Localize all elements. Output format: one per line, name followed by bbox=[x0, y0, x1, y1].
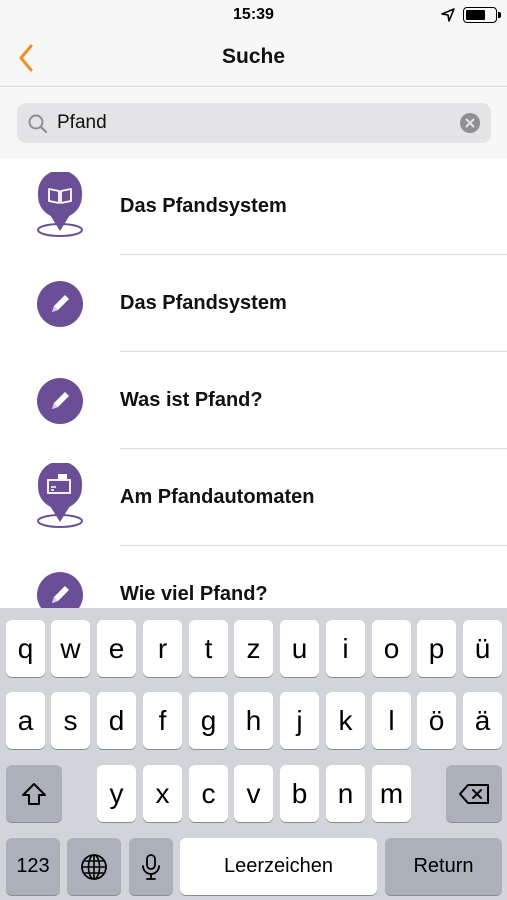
key-w[interactable]: w bbox=[51, 620, 90, 677]
pencil-icon bbox=[34, 546, 86, 608]
delete-key[interactable] bbox=[446, 765, 502, 822]
status-time: 15:39 bbox=[233, 6, 274, 23]
page-title: Suche bbox=[221, 45, 286, 68]
key-s[interactable]: s bbox=[51, 692, 90, 749]
space-key[interactable]: Leerzeichen bbox=[180, 838, 377, 895]
key-a[interactable]: a bbox=[6, 692, 45, 749]
list-item-label: Wie viel Pfand? bbox=[120, 583, 268, 605]
pencil-icon bbox=[34, 255, 86, 352]
key-n[interactable]: n bbox=[326, 765, 365, 822]
battery-icon bbox=[463, 7, 501, 23]
list-item[interactable]: Was ist Pfand? bbox=[0, 352, 507, 449]
shift-key[interactable] bbox=[6, 765, 62, 822]
list-item-label: Das Pfandsystem bbox=[120, 195, 287, 217]
key-h[interactable]: h bbox=[234, 692, 273, 749]
key-q[interactable]: q bbox=[6, 620, 45, 677]
key-o[interactable]: o bbox=[372, 620, 411, 677]
key-i[interactable]: i bbox=[326, 620, 365, 677]
key-r[interactable]: r bbox=[143, 620, 182, 677]
return-key[interactable]: Return bbox=[385, 838, 502, 895]
navigation-bar: Suche bbox=[0, 30, 507, 87]
key-d[interactable]: d bbox=[97, 692, 136, 749]
key-l[interactable]: l bbox=[372, 692, 411, 749]
key-y[interactable]: y bbox=[97, 765, 136, 822]
globe-key[interactable] bbox=[67, 838, 121, 895]
machine-pin-icon bbox=[34, 449, 86, 546]
key-g[interactable]: g bbox=[189, 692, 228, 749]
clear-search-button[interactable] bbox=[460, 113, 480, 133]
search-icon bbox=[28, 114, 48, 134]
key-f[interactable]: f bbox=[143, 692, 182, 749]
key-c[interactable]: c bbox=[189, 765, 228, 822]
location-arrow-icon bbox=[441, 8, 455, 22]
book-pin-icon bbox=[34, 158, 86, 255]
numbers-key[interactable]: 123 bbox=[6, 838, 60, 895]
globe-icon bbox=[81, 853, 107, 880]
list-item[interactable]: Das Pfandsystem bbox=[0, 255, 507, 352]
key-e[interactable]: e bbox=[97, 620, 136, 677]
search-area bbox=[0, 88, 507, 158]
pencil-icon bbox=[34, 352, 86, 449]
key-z[interactable]: z bbox=[234, 620, 273, 677]
list-item-label: Das Pfandsystem bbox=[120, 292, 287, 314]
microphone-key[interactable] bbox=[129, 838, 173, 895]
list-item[interactable]: Wie viel Pfand? bbox=[0, 546, 507, 608]
list-item-label: Am Pfandautomaten bbox=[120, 486, 315, 508]
search-bar[interactable] bbox=[17, 103, 491, 143]
key-k[interactable]: k bbox=[326, 692, 365, 749]
key-m[interactable]: m bbox=[372, 765, 411, 822]
microphone-icon bbox=[142, 853, 160, 880]
key-ue[interactable]: ü bbox=[463, 620, 502, 677]
key-t[interactable]: t bbox=[189, 620, 228, 677]
shift-icon bbox=[22, 782, 46, 805]
key-u[interactable]: u bbox=[280, 620, 319, 677]
status-bar: 15:39 bbox=[0, 0, 507, 30]
search-results-list: Das Pfandsystem Das Pfandsystem Was ist … bbox=[0, 158, 507, 608]
keyboard: q w e r t z u i o p ü a s d f g h j k l … bbox=[0, 608, 507, 900]
backspace-icon bbox=[459, 783, 489, 804]
clear-icon bbox=[465, 118, 475, 128]
key-p[interactable]: p bbox=[417, 620, 456, 677]
key-ae[interactable]: ä bbox=[463, 692, 502, 749]
list-item-label: Was ist Pfand? bbox=[120, 389, 263, 411]
key-oe[interactable]: ö bbox=[417, 692, 456, 749]
list-item[interactable]: Das Pfandsystem bbox=[0, 158, 507, 255]
list-item[interactable]: Am Pfandautomaten bbox=[0, 449, 507, 546]
key-x[interactable]: x bbox=[143, 765, 182, 822]
key-j[interactable]: j bbox=[280, 692, 319, 749]
key-v[interactable]: v bbox=[234, 765, 273, 822]
key-b[interactable]: b bbox=[280, 765, 319, 822]
search-input[interactable] bbox=[57, 103, 457, 143]
status-icons bbox=[441, 6, 501, 24]
